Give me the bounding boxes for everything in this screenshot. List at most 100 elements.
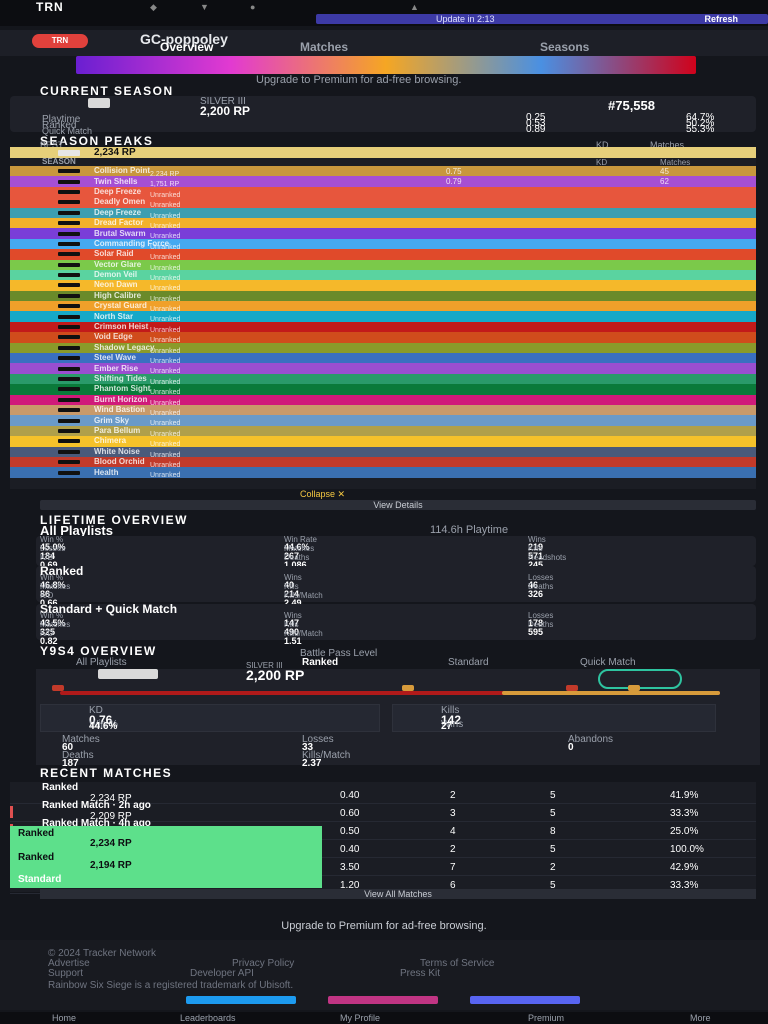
trophy-icon[interactable]: ▼ bbox=[200, 2, 209, 12]
season-row[interactable]: Shifting Tides Unranked bbox=[10, 373, 756, 386]
footer-link[interactable]: Press Kit bbox=[400, 968, 440, 979]
twitter-icon[interactable] bbox=[186, 996, 296, 1004]
footer-link[interactable]: Developer API bbox=[190, 968, 254, 979]
tab-overview[interactable]: Overview bbox=[160, 40, 213, 54]
season-row[interactable]: Vector Glare Unranked bbox=[10, 259, 756, 272]
season-name: Vector Glare bbox=[94, 259, 142, 269]
season-row[interactable]: Para Bellum Unranked bbox=[10, 425, 756, 438]
tab-ranked[interactable]: Ranked bbox=[302, 657, 338, 668]
rank-icon bbox=[58, 149, 80, 156]
rank-icon bbox=[58, 387, 80, 392]
season-row[interactable]: Neon Dawn Unranked bbox=[10, 280, 756, 292]
rank-icon bbox=[58, 428, 80, 433]
season-row[interactable]: Chimera Unranked bbox=[10, 436, 756, 448]
season-name: High Calibre bbox=[94, 290, 142, 300]
tab-standard[interactable]: Standard bbox=[448, 657, 489, 668]
ad-banner[interactable] bbox=[76, 56, 696, 74]
season-row[interactable]: Deep Freeze Unranked bbox=[10, 207, 756, 220]
trn-badge: TRN bbox=[32, 34, 88, 48]
season-row[interactable]: Blood Orchid Unranked bbox=[10, 456, 756, 469]
bell-icon[interactable]: ● bbox=[250, 2, 255, 12]
season-row[interactable]: Burnt Horizon Unranked bbox=[10, 394, 756, 407]
season-name: Solar Raid bbox=[94, 249, 134, 259]
rank-icon bbox=[58, 377, 80, 381]
footer-link[interactable]: Support bbox=[48, 968, 83, 979]
season-name: Deep Freeze bbox=[94, 186, 142, 196]
user-icon[interactable]: ▲ bbox=[410, 2, 419, 12]
season-rank: Unranked bbox=[150, 472, 181, 480]
season-name: Blood Orchid bbox=[94, 457, 145, 467]
rank-progress-fill bbox=[502, 691, 720, 695]
stat-box: KD 0.76 Win % 44.6% bbox=[40, 704, 380, 732]
refresh-button[interactable]: Refresh bbox=[704, 14, 738, 24]
rank-progress-bar bbox=[60, 691, 720, 695]
nav-leaderboards[interactable]: Leaderboards bbox=[180, 1013, 236, 1023]
view-details-button[interactable]: View Details bbox=[40, 500, 756, 510]
stat-cell: Deaths 595 bbox=[528, 621, 553, 637]
recent-matches-title: RECENT MATCHES bbox=[40, 766, 173, 780]
season-row[interactable]: Solar Raid Unranked bbox=[10, 249, 756, 261]
rank-current-icon bbox=[402, 685, 414, 691]
nav-home[interactable]: Home bbox=[52, 1013, 76, 1023]
rank-icon bbox=[58, 304, 80, 309]
stat-value: 595 bbox=[528, 627, 544, 637]
season-row[interactable]: Void Edge Unranked bbox=[10, 332, 756, 344]
season-row[interactable]: Steel Wave Unranked bbox=[10, 353, 756, 365]
season-row[interactable]: Brutal Swarm Unranked bbox=[10, 228, 756, 240]
highlight-panel[interactable]: Ranked 2,234 RP Ranked 2,194 RP Standard bbox=[10, 826, 322, 888]
collapse-button[interactable]: Collapse ✕ bbox=[300, 489, 345, 500]
season-row[interactable]: Health Unranked bbox=[10, 467, 756, 480]
view-all-matches-button[interactable]: View All Matches bbox=[40, 889, 756, 899]
discord-icon[interactable] bbox=[470, 996, 580, 1004]
season-row[interactable]: Ember Rise Unranked bbox=[10, 363, 756, 375]
season-rows: Collision Point 2,234 RP 0.75 45 Twin Shells… bbox=[10, 166, 756, 480]
tab-all-playlists[interactable]: All Playlists bbox=[76, 657, 127, 668]
season-row[interactable]: Crystal Guard Unranked bbox=[10, 301, 756, 313]
season-name: Grim Sky bbox=[94, 415, 130, 425]
best-row[interactable]: 2,234 RP bbox=[10, 147, 756, 158]
rank-icon bbox=[58, 408, 80, 413]
season-matches: 45 bbox=[660, 166, 669, 176]
season-name: Crystal Guard bbox=[94, 301, 147, 311]
rank-icon bbox=[58, 366, 80, 371]
trn-logo[interactable]: TRN bbox=[36, 0, 64, 14]
season-name: Chimera bbox=[94, 436, 127, 446]
stat-cell: Deaths 326 bbox=[528, 583, 553, 599]
nav-my-profile[interactable]: My Profile bbox=[340, 1013, 380, 1023]
rank-icon bbox=[58, 460, 80, 465]
stat-value: 0 bbox=[568, 742, 574, 753]
season-row[interactable]: Shadow Legacy Unranked bbox=[10, 342, 756, 355]
rank-icon bbox=[58, 221, 80, 226]
rank-icon bbox=[58, 397, 80, 402]
season-row[interactable]: White Noise Unranked bbox=[10, 446, 756, 459]
season-row[interactable]: Phantom Sight Unranked bbox=[10, 384, 756, 396]
season-kd: 0.75 bbox=[446, 166, 462, 176]
playtime-label: 114.6h Playtime bbox=[430, 524, 509, 536]
season-row[interactable]: Deadly Omen Unranked bbox=[10, 197, 756, 209]
premium-upsell[interactable]: Upgrade to Premium for ad-free browsing. bbox=[0, 920, 768, 932]
season-row[interactable]: Wind Bastion Unranked bbox=[10, 404, 756, 417]
instagram-icon[interactable] bbox=[328, 996, 438, 1004]
season-name: Steel Wave bbox=[94, 353, 136, 363]
season-row[interactable]: Deep Freeze Unranked bbox=[10, 186, 756, 199]
season-name: Burnt Horizon bbox=[94, 394, 148, 404]
home-icon[interactable]: ◆ bbox=[150, 2, 157, 13]
season-row[interactable]: Commanding Force Unranked bbox=[10, 238, 756, 251]
tab-quick-match[interactable]: Quick Match bbox=[580, 657, 636, 668]
season-row[interactable]: High Calibre Unranked bbox=[10, 290, 756, 303]
season-row[interactable]: Twin Shells 1,751 RP 0.79 62 bbox=[10, 176, 756, 188]
ad-free-text[interactable]: Upgrade to Premium for ad-free browsing. bbox=[256, 74, 461, 86]
season-row[interactable]: North Star Unranked bbox=[10, 311, 756, 323]
season-row[interactable]: Crimson Heist Unranked bbox=[10, 321, 756, 334]
rank-icon bbox=[58, 189, 80, 194]
nav-premium[interactable]: Premium bbox=[528, 1013, 564, 1023]
nav-more[interactable]: More bbox=[690, 1013, 711, 1023]
season-peaks-list: 2,234 RP SEASON KD Matches Collision Poi… bbox=[10, 147, 756, 489]
season-row[interactable]: Grim Sky Unranked bbox=[10, 415, 756, 427]
season-row[interactable]: Dread Factor Unranked bbox=[10, 217, 756, 230]
season-row[interactable]: Demon Veil Unranked bbox=[10, 269, 756, 282]
tab-seasons[interactable]: Seasons bbox=[540, 40, 589, 54]
season-row[interactable]: Collision Point 2,234 RP 0.75 45 bbox=[10, 166, 756, 178]
rank-icon bbox=[58, 325, 80, 330]
tab-matches[interactable]: Matches bbox=[300, 40, 348, 54]
